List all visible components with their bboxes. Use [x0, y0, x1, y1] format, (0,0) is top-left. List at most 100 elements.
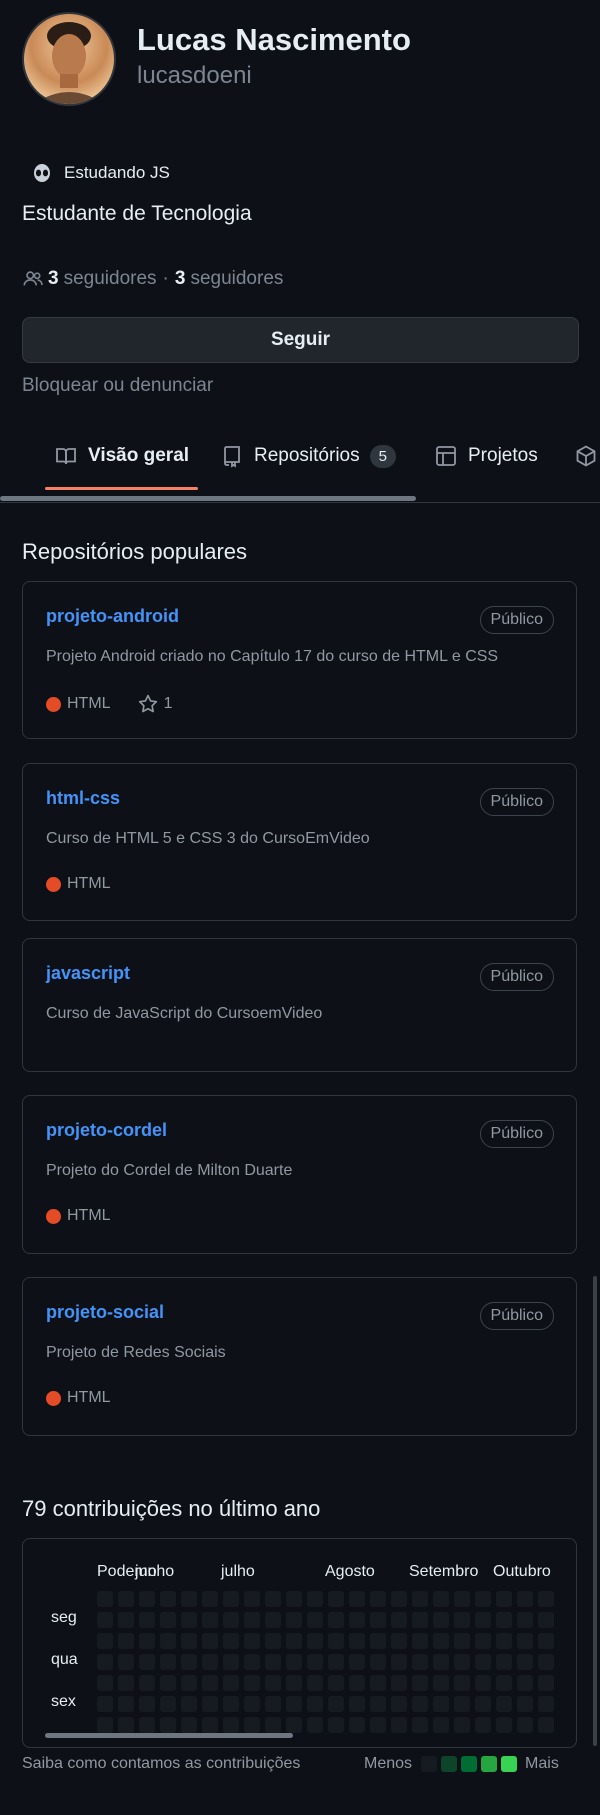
contribution-cell[interactable]	[139, 1633, 155, 1649]
contribution-cell[interactable]	[349, 1675, 365, 1691]
contribution-cell[interactable]	[181, 1654, 197, 1670]
contribution-cell[interactable]	[97, 1654, 113, 1670]
contribution-cell[interactable]	[370, 1717, 386, 1733]
contribution-cell[interactable]	[370, 1675, 386, 1691]
contribution-cell[interactable]	[412, 1717, 428, 1733]
contribution-cell[interactable]	[97, 1633, 113, 1649]
contribution-cell[interactable]	[412, 1654, 428, 1670]
contribution-cell[interactable]	[454, 1654, 470, 1670]
contribution-cell[interactable]	[139, 1696, 155, 1712]
contribution-cell[interactable]	[412, 1675, 428, 1691]
tab-packages[interactable]	[574, 444, 598, 468]
contribution-cell[interactable]	[181, 1612, 197, 1628]
contribution-cell[interactable]	[307, 1654, 323, 1670]
repo-name-link[interactable]: projeto-social	[46, 1302, 164, 1323]
contribution-cell[interactable]	[454, 1591, 470, 1607]
contribution-cell[interactable]	[97, 1696, 113, 1712]
contribution-cell[interactable]	[328, 1675, 344, 1691]
contribution-cell[interactable]	[475, 1717, 491, 1733]
contribution-cell[interactable]	[244, 1675, 260, 1691]
contribution-cell[interactable]	[328, 1633, 344, 1649]
contribution-cell[interactable]	[496, 1633, 512, 1649]
contribution-cell[interactable]	[265, 1654, 281, 1670]
contribution-cell[interactable]	[538, 1633, 554, 1649]
contribution-cell[interactable]	[433, 1654, 449, 1670]
contribution-cell[interactable]	[433, 1612, 449, 1628]
contribution-cell[interactable]	[286, 1675, 302, 1691]
contribution-cell[interactable]	[265, 1591, 281, 1607]
tab-repositories[interactable]: Repositórios 5	[220, 444, 396, 468]
contribution-cell[interactable]	[160, 1612, 176, 1628]
contribution-cell[interactable]	[496, 1591, 512, 1607]
contribution-cell[interactable]	[349, 1591, 365, 1607]
contribution-cell[interactable]	[97, 1612, 113, 1628]
contribution-cell[interactable]	[181, 1675, 197, 1691]
contribution-cell[interactable]	[454, 1612, 470, 1628]
contribution-cell[interactable]	[517, 1654, 533, 1670]
contribution-cell[interactable]	[475, 1675, 491, 1691]
contribution-cell[interactable]	[202, 1654, 218, 1670]
contribution-cell[interactable]	[517, 1612, 533, 1628]
contribution-cell[interactable]	[223, 1696, 239, 1712]
contribution-cell[interactable]	[286, 1633, 302, 1649]
contribution-cell[interactable]	[223, 1591, 239, 1607]
contribution-cell[interactable]	[433, 1675, 449, 1691]
contribution-cell[interactable]	[328, 1717, 344, 1733]
repo-name-link[interactable]: html-css	[46, 788, 120, 809]
contribution-cell[interactable]	[265, 1612, 281, 1628]
contribution-cell[interactable]	[286, 1696, 302, 1712]
contribution-cell[interactable]	[370, 1633, 386, 1649]
contribution-cell[interactable]	[202, 1612, 218, 1628]
contributions-help-link[interactable]: Saiba como contamos as contribuições	[22, 1755, 300, 1773]
contribution-cell[interactable]	[349, 1654, 365, 1670]
contribution-cell[interactable]	[244, 1591, 260, 1607]
contribution-cell[interactable]	[454, 1717, 470, 1733]
contribution-cell[interactable]	[349, 1717, 365, 1733]
block-report-link[interactable]: Bloquear ou denunciar	[22, 375, 213, 397]
contribution-cell[interactable]	[286, 1717, 302, 1733]
contribution-cell[interactable]	[118, 1717, 134, 1733]
contribution-cell[interactable]	[538, 1591, 554, 1607]
contribution-cell[interactable]	[202, 1633, 218, 1649]
contribution-cell[interactable]	[265, 1633, 281, 1649]
contribution-cell[interactable]	[223, 1633, 239, 1649]
contribution-cell[interactable]	[328, 1654, 344, 1670]
contribution-cell[interactable]	[517, 1675, 533, 1691]
contribution-cell[interactable]	[475, 1633, 491, 1649]
contribution-cell[interactable]	[160, 1654, 176, 1670]
stargazers-link[interactable]: 1	[137, 693, 172, 715]
contribution-cell[interactable]	[139, 1675, 155, 1691]
contribution-cell[interactable]	[181, 1591, 197, 1607]
contribution-cell[interactable]	[433, 1717, 449, 1733]
contribution-cell[interactable]	[286, 1654, 302, 1670]
contribution-cell[interactable]	[496, 1612, 512, 1628]
contribution-cell[interactable]	[517, 1696, 533, 1712]
repo-name-link[interactable]: projeto-cordel	[46, 1120, 167, 1141]
contribution-cell[interactable]	[412, 1591, 428, 1607]
contribution-cell[interactable]	[412, 1696, 428, 1712]
contribution-cell[interactable]	[391, 1591, 407, 1607]
contribution-cell[interactable]	[181, 1633, 197, 1649]
user-status[interactable]: Estudando JS	[32, 163, 170, 183]
contribution-cell[interactable]	[517, 1717, 533, 1733]
tab-projects[interactable]: Projetos	[434, 444, 538, 468]
contribution-cell[interactable]	[202, 1675, 218, 1691]
contribution-cell[interactable]	[307, 1591, 323, 1607]
contribution-cell[interactable]	[160, 1633, 176, 1649]
contribution-cell[interactable]	[244, 1717, 260, 1733]
contribution-cell[interactable]	[139, 1654, 155, 1670]
contribution-cell[interactable]	[223, 1654, 239, 1670]
contribution-cell[interactable]	[391, 1717, 407, 1733]
contribution-cell[interactable]	[328, 1612, 344, 1628]
contribution-cell[interactable]	[370, 1696, 386, 1712]
followers-count[interactable]: 3	[48, 268, 59, 290]
contribution-cell[interactable]	[517, 1633, 533, 1649]
tab-overview[interactable]: Visão geral	[54, 444, 189, 468]
contribution-cell[interactable]	[139, 1612, 155, 1628]
contribution-cell[interactable]	[328, 1591, 344, 1607]
page-scrollbar[interactable]	[593, 1276, 597, 1746]
follow-button[interactable]: Seguir	[22, 317, 579, 363]
contribution-cell[interactable]	[118, 1675, 134, 1691]
contribution-cell[interactable]	[181, 1717, 197, 1733]
contribution-cell[interactable]	[307, 1675, 323, 1691]
